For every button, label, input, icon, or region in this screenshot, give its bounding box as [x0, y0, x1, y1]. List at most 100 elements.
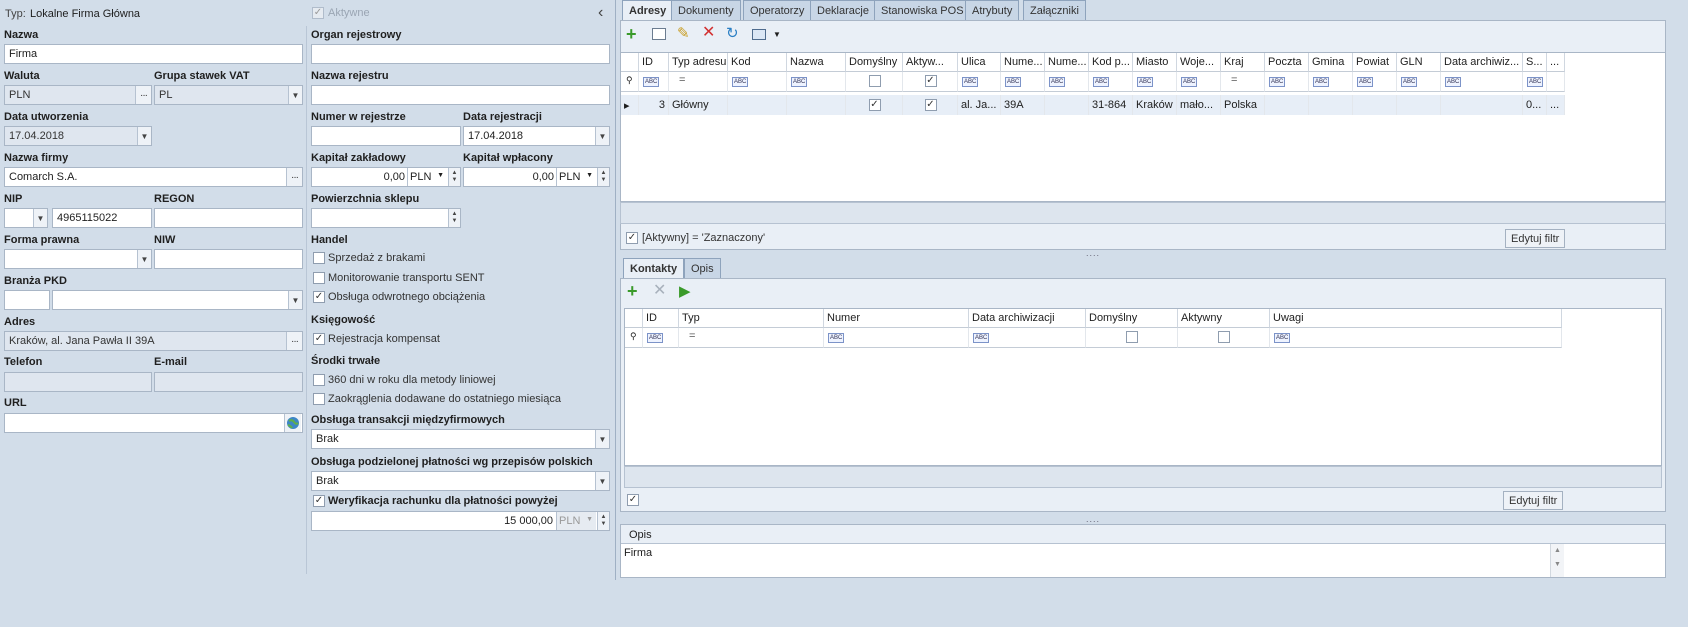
- tab-stanowiska-pos[interactable]: Stanowiska POS: [874, 0, 971, 21]
- filter-checkbox[interactable]: [868, 75, 881, 87]
- filter-checkbox[interactable]: [1218, 331, 1230, 343]
- address-filter-cell[interactable]: ABC: [1353, 72, 1397, 92]
- address-cell[interactable]: Kraków: [1133, 95, 1177, 115]
- nazwa-firmy-field[interactable]: Comarch S.A.: [4, 167, 303, 187]
- address-cell[interactable]: al. Ja...: [958, 95, 1001, 115]
- address-filter-cell[interactable]: ABC: [1001, 72, 1045, 92]
- contact-filter-cell[interactable]: ABC: [643, 328, 679, 348]
- filter-checkbox[interactable]: [1126, 331, 1138, 343]
- contact-filter-cell[interactable]: ABC: [1270, 328, 1562, 348]
- adres-select-button[interactable]: ···: [286, 332, 302, 350]
- adres-field[interactable]: Kraków, al. Jana Pawła II 39A: [4, 331, 303, 351]
- address-filter-cell[interactable]: ABC: [1441, 72, 1523, 92]
- chevron-down-icon[interactable]: ▼: [137, 250, 151, 268]
- tab-operatorzy[interactable]: Operatorzy: [743, 0, 812, 21]
- address-cell[interactable]: [1265, 95, 1309, 115]
- address-column-header[interactable]: GLN: [1397, 53, 1441, 72]
- address-cell[interactable]: [787, 95, 846, 115]
- filter-pin-icon[interactable]: ⚲: [621, 72, 639, 92]
- spinner-icon[interactable]: ▲ ▼: [597, 512, 609, 530]
- address-filter-cell[interactable]: ABC: [1309, 72, 1353, 92]
- opis-field[interactable]: Firma: [621, 543, 1665, 577]
- contact-column-header[interactable]: Typ: [679, 309, 824, 328]
- grupa-vat-field[interactable]: PL: [154, 85, 303, 105]
- address-filter-cell[interactable]: ABC: [1397, 72, 1441, 92]
- contact-column-header[interactable]: Uwagi: [1270, 309, 1562, 328]
- export-icon[interactable]: [752, 29, 766, 40]
- row-checkbox[interactable]: ✓: [868, 99, 881, 111]
- address-column-header[interactable]: Kod: [728, 53, 787, 72]
- address-filter-cell[interactable]: =: [1221, 72, 1265, 92]
- address-column-header[interactable]: Nume...: [1045, 53, 1089, 72]
- address-column-header[interactable]: Nazwa: [787, 53, 846, 72]
- chevron-down-icon[interactable]: ▼: [595, 430, 609, 448]
- address-filter-cell[interactable]: ABC: [1177, 72, 1221, 92]
- address-cell[interactable]: [1045, 95, 1089, 115]
- globe-icon[interactable]: [284, 414, 301, 432]
- organ-rejestrowy-field[interactable]: [311, 44, 610, 64]
- spinner-icon[interactable]: ▲ ▼: [448, 168, 460, 186]
- address-column-header[interactable]: Nume...: [1001, 53, 1045, 72]
- address-column-header[interactable]: Gmina: [1309, 53, 1353, 72]
- filter-checkbox[interactable]: ✓: [626, 232, 638, 244]
- waluta-field[interactable]: PLN: [4, 85, 152, 105]
- tab-deklaracje[interactable]: Deklaracje: [810, 0, 876, 21]
- nazwa-firmy-select-button[interactable]: ···: [286, 168, 302, 186]
- address-filter-cell[interactable]: ABC: [958, 72, 1001, 92]
- address-cell[interactable]: 39A: [1001, 95, 1045, 115]
- contact-column-header[interactable]: ID: [643, 309, 679, 328]
- weryfikacja-checkbox[interactable]: ✓: [313, 495, 325, 507]
- address-cell[interactable]: ...: [1547, 95, 1565, 115]
- address-column-header[interactable]: S...: [1523, 53, 1547, 72]
- address-filter-cell[interactable]: ABC: [787, 72, 846, 92]
- address-filter-cell[interactable]: ABC: [639, 72, 669, 92]
- call-icon[interactable]: ▶: [679, 284, 691, 300]
- chevron-down-icon[interactable]: ▼: [33, 209, 47, 227]
- contact-column-header[interactable]: Aktywny: [1178, 309, 1270, 328]
- address-filter-cell[interactable]: ABC: [1089, 72, 1133, 92]
- kapital-wplacony-currency[interactable]: PLN ▼: [556, 168, 596, 186]
- address-filter-cell[interactable]: =: [669, 72, 728, 92]
- address-cell[interactable]: [1309, 95, 1353, 115]
- url-field[interactable]: [4, 413, 303, 433]
- edit-icon[interactable]: ✎: [677, 26, 690, 42]
- address-column-header[interactable]: Powiat: [1353, 53, 1397, 72]
- chevron-down-icon[interactable]: ▼: [288, 86, 302, 104]
- address-cell[interactable]: ✓: [903, 95, 958, 115]
- address-column-header[interactable]: Miasto: [1133, 53, 1177, 72]
- spinner-icon[interactable]: ▲ ▼: [597, 168, 609, 186]
- address-filter-cell[interactable]: ABC: [1523, 72, 1547, 92]
- contact-column-header[interactable]: Domyślny: [1086, 309, 1178, 328]
- address-cell[interactable]: Polska: [1221, 95, 1265, 115]
- contact-filter-cell[interactable]: ABC: [824, 328, 969, 348]
- address-cell[interactable]: 31-864: [1089, 95, 1133, 115]
- address-filter-cell[interactable]: ABC: [1045, 72, 1089, 92]
- contact-filter-cell[interactable]: ABC: [969, 328, 1086, 348]
- tab-opis[interactable]: Opis: [684, 258, 721, 279]
- address-column-header[interactable]: Aktyw...: [903, 53, 958, 72]
- tab-dokumenty[interactable]: Dokumenty: [671, 0, 741, 21]
- monitorowanie-checkbox[interactable]: [313, 272, 325, 284]
- address-column-header[interactable]: Kod p...: [1089, 53, 1133, 72]
- contacts-filter-checkbox[interactable]: ✓: [627, 494, 639, 506]
- delete-icon[interactable]: ✕: [702, 25, 715, 41]
- contact-filter-cell[interactable]: =: [679, 328, 824, 348]
- address-filter-cell[interactable]: ✓: [903, 72, 958, 92]
- transakcje-select[interactable]: Brak: [311, 429, 610, 449]
- address-column-header[interactable]: ID: [639, 53, 669, 72]
- contact-column-header[interactable]: Numer: [824, 309, 969, 328]
- address-filter-cell[interactable]: [1547, 72, 1565, 92]
- waluta-select-button[interactable]: ···: [135, 86, 151, 104]
- tab-atrybuty[interactable]: Atrybuty: [965, 0, 1020, 21]
- nazwa-field[interactable]: Firma: [4, 44, 303, 64]
- aktywne-checkbox[interactable]: ✓: [312, 7, 324, 19]
- forma-prawna-field[interactable]: [4, 249, 152, 269]
- sprzedaz-checkbox[interactable]: [313, 252, 325, 264]
- collapse-panel-icon[interactable]: ‹: [598, 4, 603, 22]
- niw-field[interactable]: [154, 249, 303, 269]
- add-icon[interactable]: +: [627, 282, 638, 300]
- nip-field[interactable]: 4965115022: [52, 208, 152, 228]
- address-filter-cell[interactable]: ABC: [1265, 72, 1309, 92]
- address-filter-cell[interactable]: ABC: [1133, 72, 1177, 92]
- address-column-header[interactable]: Typ adresu: [669, 53, 728, 72]
